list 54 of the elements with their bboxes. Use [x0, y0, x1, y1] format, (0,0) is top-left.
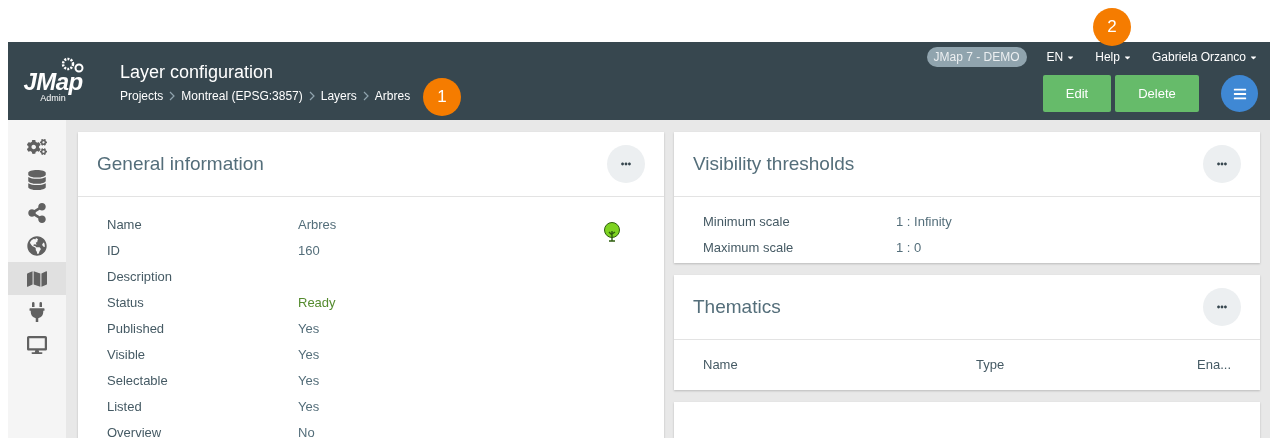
globe-icon: [27, 235, 47, 256]
breadcrumb-link[interactable]: Layers: [320, 87, 357, 106]
field-label: Listed: [107, 398, 143, 417]
column-header: Name: [703, 356, 739, 375]
field-label: ID: [107, 242, 121, 261]
chevron-icon: [308, 91, 315, 102]
chevron-icon: [362, 91, 369, 102]
field-label: Selectable: [107, 372, 169, 391]
field-label: Name: [107, 216, 143, 235]
field-label: Overview: [107, 424, 163, 438]
field-value: No: [298, 424, 315, 438]
card-title: Visibility thresholds: [693, 151, 855, 176]
field-value: Yes: [298, 320, 320, 339]
sidebar-item[interactable]: [8, 262, 66, 295]
monitor-icon: [27, 334, 47, 355]
breadcrumb-link[interactable]: Projects: [120, 87, 164, 106]
page-title: Layer configuration: [120, 60, 275, 84]
column-header: Type: [976, 356, 1006, 375]
dropdown-menu[interactable]: Help: [1095, 48, 1132, 66]
column-header: Ena...: [1197, 356, 1231, 375]
chevron-icon: [169, 91, 176, 102]
field-value: Yes: [298, 346, 320, 365]
field-label: Maximum scale: [703, 239, 795, 258]
plug-icon: [27, 301, 47, 322]
field-value: Yes: [298, 398, 320, 417]
field-label: Visible: [107, 346, 147, 365]
logo-subtitle: Admin: [40, 93, 66, 103]
field-value: 1 : Infinity: [896, 213, 952, 232]
callout-badge: 2: [1093, 8, 1131, 46]
dropdown-menu[interactable]: Gabriela Orzanco: [1151, 48, 1258, 66]
share-icon: [27, 202, 47, 223]
breadcrumb-link[interactable]: Montreal (EPSG:3857): [181, 87, 303, 106]
database-icon: [27, 169, 47, 190]
field-value: 160: [298, 242, 320, 261]
field-label: Minimum scale: [703, 213, 791, 232]
gears-icon: [27, 136, 47, 157]
environment-badge: JMap 7 - DEMO: [926, 47, 1027, 67]
map-icon: [27, 268, 47, 289]
field-value: Arbres: [298, 216, 337, 235]
field-label: Status: [107, 294, 145, 313]
tree-icon: [603, 222, 621, 242]
menu-icon: [1232, 86, 1247, 101]
logo-wordmark: JMap: [23, 69, 83, 94]
field-value: 1 : 0: [896, 239, 922, 258]
field-label: Published: [107, 320, 166, 339]
breadcrumb-link[interactable]: Arbres: [374, 87, 411, 106]
dropdown-menu[interactable]: EN: [1046, 48, 1076, 66]
field-value: Yes: [298, 372, 320, 391]
field-value: Ready: [298, 294, 336, 313]
field-label: Description: [107, 268, 174, 287]
card-title: Thematics: [693, 294, 781, 319]
menu-button[interactable]: [1221, 75, 1258, 112]
card-title: General information: [97, 151, 264, 176]
gears-logo-icon: [60, 56, 86, 74]
